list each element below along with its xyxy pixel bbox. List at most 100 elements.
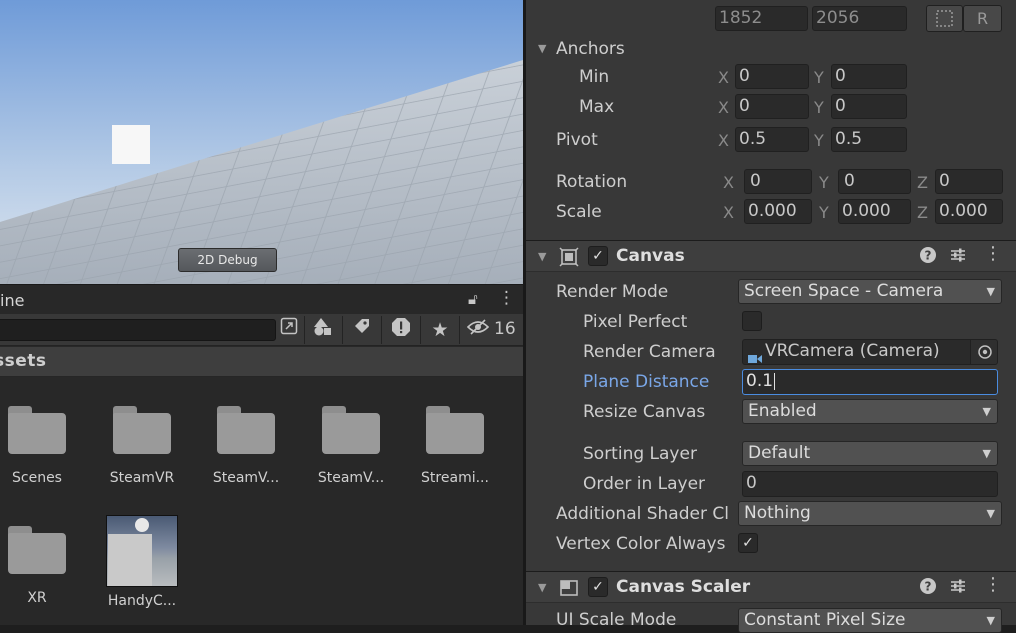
- scale-z-field[interactable]: 0.000: [935, 199, 1003, 224]
- asset-folder[interactable]: SteamVR: [97, 406, 187, 486]
- folder-icon: [217, 406, 275, 454]
- rotation-y-field[interactable]: 0: [838, 169, 911, 194]
- dropdown-value: Enabled: [748, 401, 817, 421]
- order-in-layer-field[interactable]: 0: [742, 471, 998, 497]
- field-value: 0.1: [746, 371, 774, 391]
- text-caret: [774, 372, 776, 390]
- chevron-down-icon: ▼: [986, 285, 995, 298]
- canvas-scaler-enabled-checkbox[interactable]: ✓: [588, 577, 608, 597]
- folder-icon: [8, 526, 66, 574]
- anchor-min-x-field[interactable]: 0: [735, 64, 809, 89]
- favorite-star-icon[interactable]: ★: [427, 317, 453, 343]
- dropdown-value: Constant Pixel Size: [744, 610, 906, 630]
- toolbar-divider: [381, 316, 382, 344]
- object-picker-button[interactable]: [970, 340, 997, 364]
- lock-icon[interactable]: 🔓︎: [468, 290, 478, 308]
- foldout-triangle-icon[interactable]: ▼: [538, 42, 546, 55]
- more-menu-icon[interactable]: ⋮: [498, 288, 515, 308]
- asset-label: Streami...: [421, 470, 489, 486]
- anchors-min-label: Min: [579, 67, 610, 87]
- anchor-max-y-field[interactable]: 0: [831, 94, 907, 119]
- foldout-triangle-icon[interactable]: ▼: [538, 250, 546, 263]
- axis-y-label: Y: [814, 98, 824, 117]
- folder-icon: [113, 406, 171, 454]
- chevron-down-icon: ▼: [982, 447, 991, 460]
- folder-icon: [322, 406, 380, 454]
- help-icon[interactable]: ?: [919, 246, 937, 268]
- inspector-panel: 1852 2056 R ▼ Anchors Min X 0 Y 0 Max X …: [523, 0, 1016, 633]
- more-menu-icon[interactable]: ⋮: [984, 574, 1002, 595]
- breadcrumb-assets[interactable]: ssets: [0, 351, 47, 371]
- scale-y-field[interactable]: 0.000: [838, 199, 911, 224]
- filter-by-type-icon[interactable]: [310, 317, 336, 343]
- resize-canvas-dropdown[interactable]: Enabled ▼: [742, 399, 998, 424]
- scene-view[interactable]: 2D Debug: [0, 0, 523, 284]
- render-mode-dropdown[interactable]: Screen Space - Camera ▼: [738, 279, 1002, 304]
- canvas-component-header[interactable]: ▼ ✓ Canvas ? ⋮: [526, 240, 1016, 272]
- anchor-max-x-field[interactable]: 0: [735, 94, 809, 119]
- folder-icon: [8, 406, 66, 454]
- project-panel: ine 🔓︎ ⋮ ★ 16 ssets Scenes: [0, 284, 523, 625]
- resize-canvas-label: Resize Canvas: [583, 402, 706, 422]
- panel-title: ine: [0, 291, 25, 310]
- scale-label: Scale: [556, 202, 602, 222]
- asset-label: Scenes: [12, 470, 62, 486]
- plane-distance-input[interactable]: 0.1: [742, 369, 998, 395]
- raw-edit-button[interactable]: R: [963, 5, 1002, 32]
- pivot-x-field[interactable]: 0.5: [735, 127, 809, 152]
- pivot-y-field[interactable]: 0.5: [831, 127, 907, 152]
- scale-x-field[interactable]: 0.000: [744, 199, 812, 224]
- field-value: VRCamera (Camera): [765, 341, 940, 361]
- hidden-packages-icon[interactable]: [466, 317, 490, 343]
- asset-folder[interactable]: SteamV...: [306, 406, 396, 486]
- axis-y-label: Y: [819, 173, 829, 192]
- foldout-triangle-icon[interactable]: ▼: [538, 581, 546, 594]
- more-menu-icon[interactable]: ⋮: [984, 243, 1002, 264]
- asset-folder[interactable]: Scenes: [0, 406, 82, 486]
- ui-scale-mode-label: UI Scale Mode: [556, 610, 677, 630]
- scene-viewport-render: [0, 0, 523, 284]
- asset-label: XR: [27, 590, 47, 606]
- vertex-color-label: Vertex Color Always: [556, 534, 726, 554]
- warning-icon[interactable]: [388, 317, 414, 343]
- rotation-z-field[interactable]: 0: [935, 169, 1003, 194]
- ui-scale-mode-dropdown[interactable]: Constant Pixel Size ▼: [738, 608, 1002, 633]
- asset-prefab[interactable]: HandyC...: [97, 515, 187, 609]
- project-toolbar: ★ 16: [0, 314, 523, 346]
- canvas-enabled-checkbox[interactable]: ✓: [588, 246, 608, 266]
- component-title: Canvas: [616, 246, 685, 266]
- dropdown-value: Nothing: [744, 503, 811, 523]
- sorting-layer-dropdown[interactable]: Default ▼: [742, 441, 998, 466]
- asset-folder[interactable]: XR: [0, 526, 82, 606]
- axis-z-label: Z: [917, 203, 928, 222]
- axis-x-label: X: [723, 173, 734, 192]
- anchor-min-y-field[interactable]: 0: [831, 64, 907, 89]
- folder-icon: [426, 406, 484, 454]
- anchors-label[interactable]: Anchors: [556, 39, 625, 59]
- presets-icon[interactable]: [949, 577, 967, 599]
- canvas-scaler-component-header[interactable]: ▼ ✓ Canvas Scaler ? ⋮: [526, 571, 1016, 603]
- chevron-down-icon: ▼: [986, 507, 995, 520]
- axis-y-label: Y: [814, 68, 824, 87]
- 2d-debug-button[interactable]: 2D Debug: [178, 248, 277, 272]
- filter-by-label-icon[interactable]: [349, 317, 375, 343]
- help-icon[interactable]: ?: [919, 577, 937, 599]
- height-field[interactable]: 2056: [812, 6, 907, 31]
- order-in-layer-label: Order in Layer: [583, 474, 706, 494]
- pixel-perfect-label: Pixel Perfect: [583, 312, 688, 332]
- search-input[interactable]: [0, 319, 276, 341]
- blueprint-mode-button[interactable]: [926, 5, 963, 32]
- chevron-down-icon: ▼: [986, 614, 995, 627]
- asset-folder[interactable]: Streami...: [410, 406, 500, 486]
- shader-channels-dropdown[interactable]: Nothing ▼: [738, 501, 1002, 526]
- toolbar-divider: [342, 316, 343, 344]
- asset-folder[interactable]: SteamV...: [201, 406, 291, 486]
- toolbar-divider: [304, 316, 305, 344]
- maximize-icon[interactable]: [276, 317, 302, 343]
- rotation-x-field[interactable]: 0: [744, 169, 812, 194]
- presets-icon[interactable]: [949, 246, 967, 268]
- vertex-color-checkbox[interactable]: ✓: [738, 533, 758, 553]
- width-field[interactable]: 1852: [715, 6, 808, 31]
- render-camera-field[interactable]: VRCamera (Camera): [742, 339, 998, 365]
- pixel-perfect-checkbox[interactable]: [742, 311, 762, 331]
